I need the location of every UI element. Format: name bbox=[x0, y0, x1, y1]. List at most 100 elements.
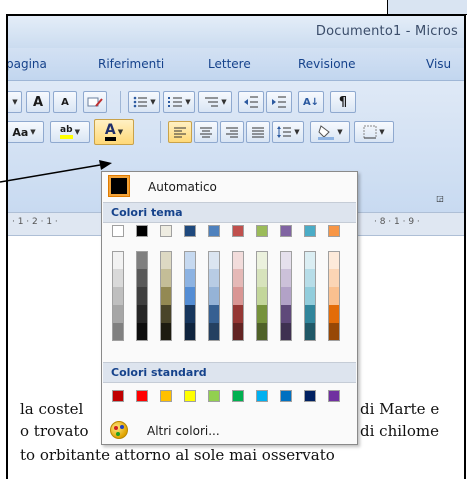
standard-color-swatch[interactable] bbox=[160, 390, 172, 402]
theme-shade-swatch[interactable] bbox=[280, 287, 292, 305]
increase-indent-button[interactable] bbox=[266, 91, 292, 113]
tab-revisione[interactable]: Revisione bbox=[298, 57, 356, 71]
theme-shade-swatch[interactable] bbox=[328, 305, 340, 323]
theme-shade-swatch[interactable] bbox=[328, 269, 340, 287]
tab-riferimenti[interactable]: Riferimenti bbox=[98, 57, 164, 71]
theme-shade-swatch[interactable] bbox=[304, 287, 316, 305]
decrease-indent-button[interactable] bbox=[238, 91, 264, 113]
paragraph-dialog-launcher[interactable]: ◲ bbox=[432, 191, 448, 205]
theme-shade-swatch[interactable] bbox=[232, 287, 244, 305]
tab-pagina[interactable]: pagina bbox=[8, 57, 47, 71]
standard-color-swatch[interactable] bbox=[304, 390, 316, 402]
theme-shade-swatch[interactable] bbox=[256, 287, 268, 305]
standard-color-swatch[interactable] bbox=[280, 390, 292, 402]
theme-shade-swatch[interactable] bbox=[160, 287, 172, 305]
theme-color-swatch[interactable] bbox=[256, 225, 268, 237]
theme-shade-swatch[interactable] bbox=[304, 305, 316, 323]
standard-color-swatch[interactable] bbox=[256, 390, 268, 402]
theme-shade-swatch[interactable] bbox=[304, 269, 316, 287]
theme-colors-header: Colori tema bbox=[103, 202, 356, 223]
standard-color-swatch[interactable] bbox=[136, 390, 148, 402]
theme-shade-swatch[interactable] bbox=[328, 323, 340, 341]
theme-shade-swatch[interactable] bbox=[208, 305, 220, 323]
theme-shade-swatch[interactable] bbox=[160, 305, 172, 323]
theme-shade-swatch[interactable] bbox=[232, 323, 244, 341]
shrink-font-button[interactable]: A bbox=[53, 91, 77, 113]
theme-shade-swatch[interactable] bbox=[136, 251, 148, 269]
theme-color-swatch[interactable] bbox=[160, 225, 172, 237]
theme-shade-swatch[interactable] bbox=[208, 269, 220, 287]
sort-button[interactable]: A↓ bbox=[298, 91, 324, 113]
theme-shade-swatch[interactable] bbox=[232, 305, 244, 323]
theme-shade-swatch[interactable] bbox=[136, 305, 148, 323]
standard-color-swatch[interactable] bbox=[208, 390, 220, 402]
theme-shade-swatch[interactable] bbox=[328, 287, 340, 305]
theme-shade-swatch[interactable] bbox=[160, 269, 172, 287]
more-colors-option[interactable]: Altri colori... bbox=[102, 417, 357, 443]
theme-shade-swatch[interactable] bbox=[184, 269, 196, 287]
theme-shade-swatch[interactable] bbox=[136, 323, 148, 341]
borders-button[interactable]: ▼ bbox=[354, 121, 394, 143]
align-right-button[interactable] bbox=[220, 121, 244, 143]
theme-shade-swatch[interactable] bbox=[112, 269, 124, 287]
font-size-dropdown[interactable]: ▼ bbox=[8, 91, 22, 113]
automatic-color-option[interactable]: Automatico bbox=[102, 172, 357, 202]
theme-shade-swatch[interactable] bbox=[160, 251, 172, 269]
justify-button[interactable] bbox=[246, 121, 270, 143]
theme-color-swatch[interactable] bbox=[136, 225, 148, 237]
theme-shade-swatch[interactable] bbox=[184, 251, 196, 269]
standard-color-swatch[interactable] bbox=[232, 390, 244, 402]
theme-shade-swatch[interactable] bbox=[184, 305, 196, 323]
theme-shade-swatch[interactable] bbox=[208, 287, 220, 305]
theme-shade-swatch[interactable] bbox=[208, 251, 220, 269]
grow-font-button[interactable]: A bbox=[26, 91, 50, 113]
theme-shade-swatch[interactable] bbox=[232, 269, 244, 287]
standard-color-swatch[interactable] bbox=[184, 390, 196, 402]
align-center-button[interactable] bbox=[194, 121, 218, 143]
theme-shade-swatch[interactable] bbox=[256, 323, 268, 341]
font-color-button[interactable]: A ▼ bbox=[94, 119, 134, 145]
theme-shade-swatch[interactable] bbox=[304, 251, 316, 269]
theme-shade-swatch[interactable] bbox=[280, 305, 292, 323]
theme-shade-swatch[interactable] bbox=[304, 323, 316, 341]
align-left-button[interactable] bbox=[168, 121, 192, 143]
theme-color-swatch[interactable] bbox=[304, 225, 316, 237]
theme-color-swatch[interactable] bbox=[112, 225, 124, 237]
highlight-button[interactable]: ab ▼ bbox=[50, 121, 90, 143]
theme-shade-swatch[interactable] bbox=[256, 251, 268, 269]
clear-formatting-button[interactable] bbox=[83, 91, 107, 113]
multilevel-list-button[interactable]: ▼ bbox=[198, 91, 232, 113]
shading-button[interactable]: ▼ bbox=[310, 121, 350, 143]
standard-color-swatch[interactable] bbox=[112, 390, 124, 402]
theme-shade-swatch[interactable] bbox=[184, 323, 196, 341]
theme-color-swatch[interactable] bbox=[232, 225, 244, 237]
theme-color-swatch[interactable] bbox=[328, 225, 340, 237]
theme-shade-swatch[interactable] bbox=[256, 305, 268, 323]
theme-shade-swatch[interactable] bbox=[136, 287, 148, 305]
numbering-button[interactable]: ▼ bbox=[163, 91, 195, 113]
tab-visualizza[interactable]: Visu bbox=[426, 57, 451, 71]
theme-shade-swatch[interactable] bbox=[112, 251, 124, 269]
theme-shade-swatch[interactable] bbox=[280, 323, 292, 341]
theme-shade-swatch[interactable] bbox=[184, 287, 196, 305]
theme-shade-swatch[interactable] bbox=[280, 251, 292, 269]
theme-shade-swatch[interactable] bbox=[232, 251, 244, 269]
theme-shade-swatch[interactable] bbox=[112, 305, 124, 323]
theme-color-swatch[interactable] bbox=[280, 225, 292, 237]
theme-shade-swatch[interactable] bbox=[256, 269, 268, 287]
line-spacing-button[interactable]: ▼ bbox=[272, 121, 304, 143]
show-formatting-button[interactable]: ¶ bbox=[330, 91, 356, 113]
theme-shade-swatch[interactable] bbox=[112, 323, 124, 341]
bullets-button[interactable]: ▼ bbox=[128, 91, 160, 113]
theme-shade-swatch[interactable] bbox=[208, 323, 220, 341]
standard-color-swatch[interactable] bbox=[328, 390, 340, 402]
theme-shade-swatch[interactable] bbox=[280, 269, 292, 287]
theme-shade-swatch[interactable] bbox=[112, 287, 124, 305]
theme-shade-swatch[interactable] bbox=[136, 269, 148, 287]
theme-shade-swatch[interactable] bbox=[328, 251, 340, 269]
theme-color-swatch[interactable] bbox=[184, 225, 196, 237]
change-case-button[interactable]: Aa ▼ bbox=[8, 121, 44, 143]
theme-shade-swatch[interactable] bbox=[160, 323, 172, 341]
theme-color-swatch[interactable] bbox=[208, 225, 220, 237]
tab-lettere[interactable]: Lettere bbox=[208, 57, 251, 71]
